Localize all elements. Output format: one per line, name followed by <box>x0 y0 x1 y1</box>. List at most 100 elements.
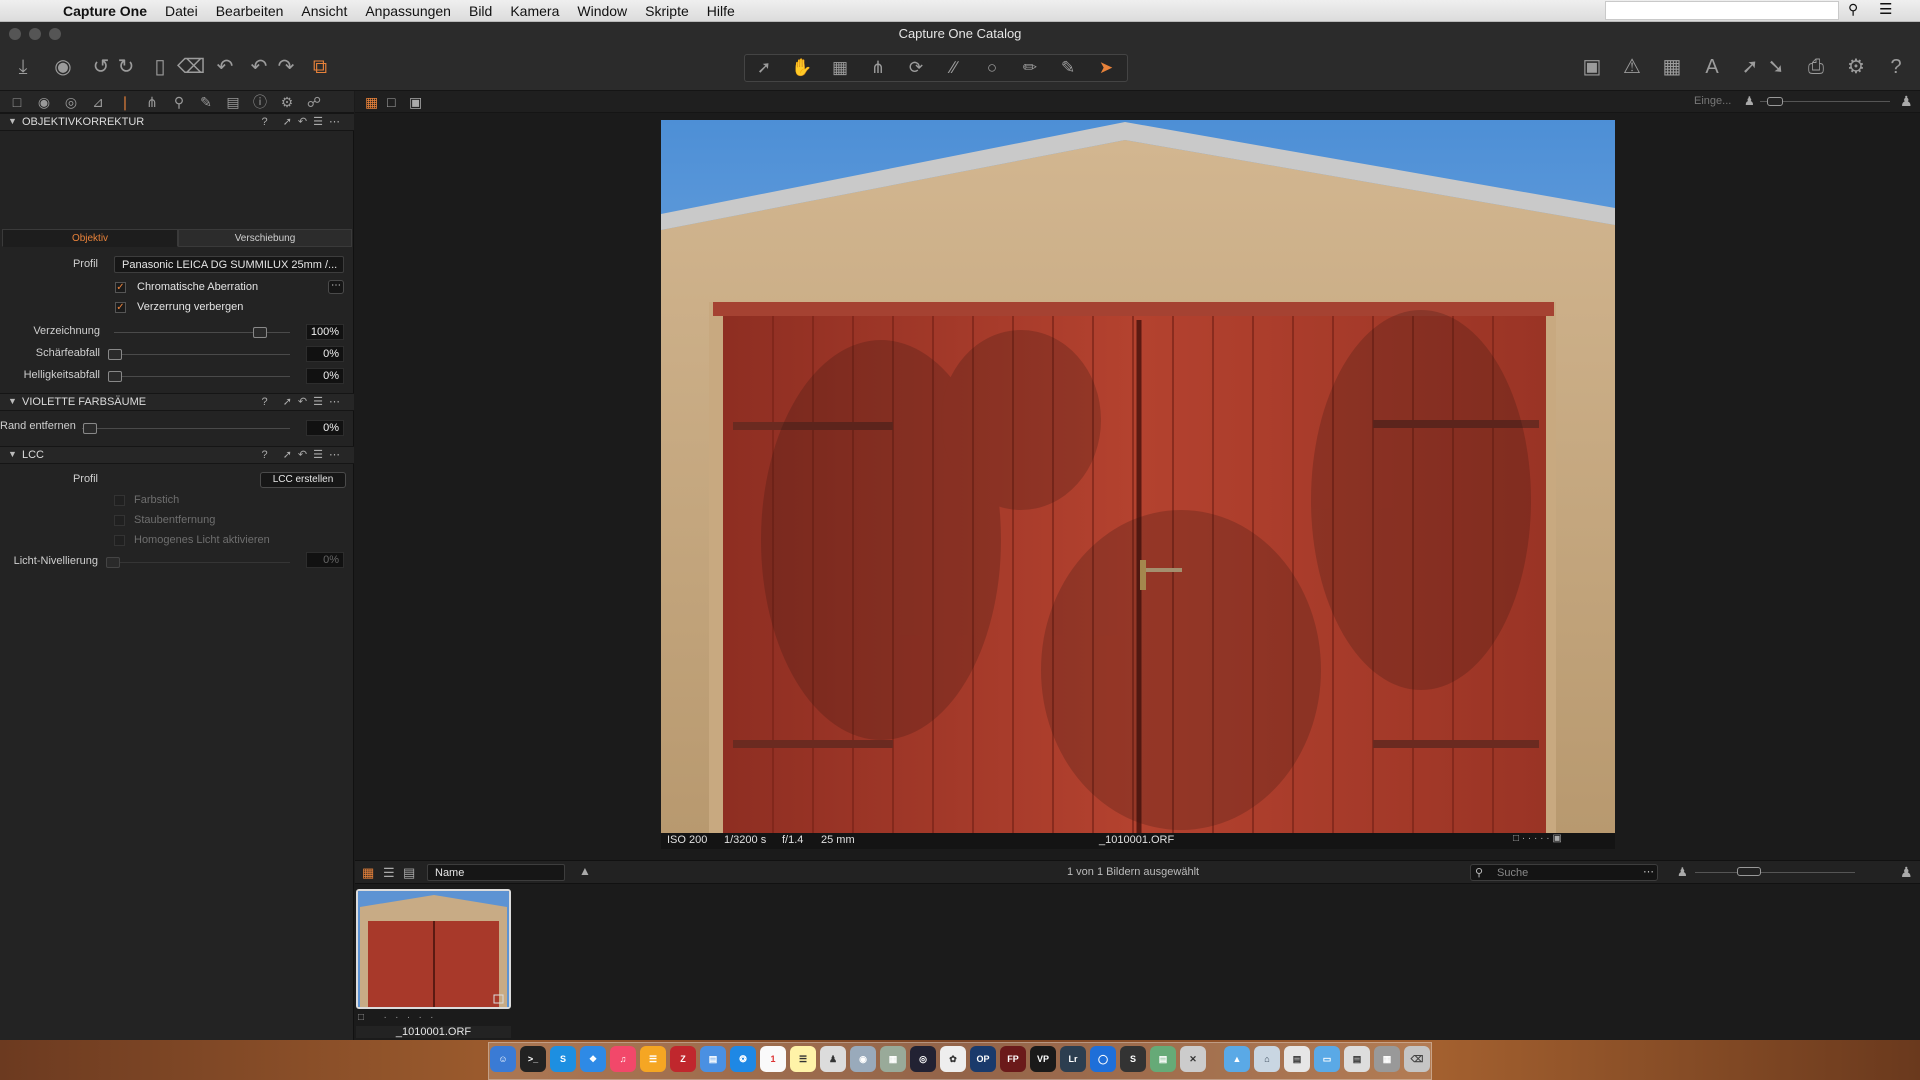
tab-objektiv[interactable]: Objektiv <box>2 229 178 247</box>
more-options-button[interactable]: ⋯ <box>328 280 344 294</box>
dxo-filmpack-icon[interactable]: FP <box>1000 1046 1026 1072</box>
sharpness-slider-knob[interactable] <box>108 349 122 360</box>
thumbnail-size-slider-knob[interactable] <box>1737 867 1761 876</box>
zoom-slider-knob[interactable] <box>1767 97 1783 106</box>
capture-tab-icon[interactable]: ◉ <box>34 93 54 111</box>
image-capture-icon[interactable]: ▦ <box>880 1046 906 1072</box>
folder-icon[interactable]: ▭ <box>1314 1046 1340 1072</box>
menu-kamera[interactable]: Kamera <box>501 3 568 19</box>
copy-icon[interactable]: ➚ <box>1736 54 1764 80</box>
local-adjust-tab-icon[interactable]: ✎ <box>196 93 216 111</box>
photo-app-icon[interactable]: ◉ <box>850 1046 876 1072</box>
fringe-slider-knob[interactable] <box>83 423 97 434</box>
dropbox-icon[interactable]: ❖ <box>580 1046 606 1072</box>
skype-icon[interactable]: S <box>550 1046 576 1072</box>
copy-adjustment-icon[interactable]: ➤ <box>1087 55 1125 81</box>
redo-icon[interactable]: ↷ <box>272 54 300 80</box>
text-icon[interactable]: A <box>1698 54 1726 80</box>
color-tab-icon[interactable]: ◎ <box>61 93 81 111</box>
stack-icon[interactable]: ▤ <box>1344 1046 1370 1072</box>
print-icon[interactable]: ⎙ <box>1802 54 1830 80</box>
reset-icon[interactable]: ↶ <box>211 54 239 80</box>
brightness-slider-knob[interactable] <box>108 371 122 382</box>
chromatic-aberration-checkbox[interactable]: ✓ <box>115 282 126 293</box>
printer-stack-icon[interactable]: ▦ <box>1374 1046 1400 1072</box>
lcc-header[interactable]: ▼ LCC ? ➚↶☰⋯ <box>0 446 354 464</box>
hide-distortion-checkbox[interactable]: ✓ <box>115 302 126 313</box>
collapse-triangle-icon[interactable]: ▼ <box>8 396 17 406</box>
capture-one-icon[interactable]: ◎ <box>910 1046 936 1072</box>
section-tools-icon[interactable]: ? ➚↶☰⋯ <box>262 115 346 128</box>
batch-tab-icon[interactable]: ☍ <box>304 93 324 111</box>
notes-icon[interactable]: ☰ <box>790 1046 816 1072</box>
trash-dock-icon[interactable]: ⌫ <box>1404 1046 1430 1072</box>
distortion-value[interactable]: 100% <box>306 324 344 340</box>
notification-center-icon[interactable]: ☰ <box>1879 0 1892 18</box>
search-options-icon[interactable]: ⋯ <box>1643 865 1654 878</box>
contacts-icon[interactable]: ♟ <box>820 1046 846 1072</box>
metadata-tab-icon[interactable]: ⓘ <box>250 93 270 111</box>
menu-datei[interactable]: Datei <box>156 3 207 19</box>
create-lcc-button[interactable]: LCC erstellen <box>260 472 346 488</box>
composition-tab-icon[interactable]: ⋔ <box>142 93 162 111</box>
thumbnail-size-slider-track[interactable] <box>1695 872 1855 873</box>
thumbnail-rating-stars[interactable]: □ · · · · · <box>358 1012 433 1023</box>
crop-icon[interactable]: ⋔ <box>859 55 897 81</box>
preview-icon[interactable]: ▤ <box>700 1046 726 1072</box>
sublime-icon[interactable]: S <box>1120 1046 1146 1072</box>
finder-icon[interactable]: ☺ <box>490 1046 516 1072</box>
thumbnail-view-icon[interactable]: ▦ <box>362 865 374 881</box>
image-viewer[interactable]: ISO 200 1/3200 s f/1.4 25 mm _1010001.OR… <box>355 113 1920 865</box>
calendar-icon[interactable]: 1 <box>760 1046 786 1072</box>
copy-apply-icon[interactable]: ⧉ <box>306 54 334 80</box>
spot-removal-icon[interactable]: ○ <box>973 55 1011 81</box>
sort-direction-icon[interactable]: ▲ <box>579 864 591 878</box>
brightness-value[interactable]: 0% <box>306 368 344 384</box>
lightroom-icon[interactable]: Lr <box>1060 1046 1086 1072</box>
itunes-icon[interactable]: ♫ <box>610 1046 636 1072</box>
exposure-tab-icon[interactable]: ⊿ <box>88 93 108 111</box>
main-photo[interactable] <box>661 120 1615 833</box>
lens-profile-select[interactable]: Panasonic LEICA DG SUMMILUX 25mm /... <box>114 256 344 273</box>
adjustments-tab-icon[interactable]: ▤ <box>223 93 243 111</box>
draw-mask-icon[interactable]: ✏ <box>1011 55 1049 81</box>
brightness-slider-track[interactable] <box>114 376 290 377</box>
menubar-search-field[interactable] <box>1605 1 1839 20</box>
settings-gear-icon[interactable]: ⚙ <box>1842 54 1870 80</box>
filmstrip-view-icon[interactable]: ▤ <box>403 865 415 881</box>
workspace-icon[interactable]: ▣ <box>1578 54 1606 80</box>
section-tools-icon[interactable]: ? ➚↶☰⋯ <box>262 395 346 408</box>
menu-app[interactable]: Capture One <box>54 3 156 19</box>
lens-correction-header[interactable]: ▼ OBJEKTIVKORREKTUR ? ➚↶☰⋯ <box>0 113 354 131</box>
capture-camera-icon[interactable]: ◉ <box>49 54 77 80</box>
filezilla-icon[interactable]: Z <box>670 1046 696 1072</box>
exposure-warning-icon[interactable]: ⚠ <box>1618 54 1646 80</box>
output-tab-icon[interactable]: ⚙ <box>277 93 297 111</box>
single-view-icon[interactable]: □ <box>387 94 395 110</box>
collapse-triangle-icon[interactable]: ▼ <box>8 116 17 126</box>
menu-window[interactable]: Window <box>568 3 636 19</box>
menu-skripte[interactable]: Skripte <box>636 3 698 19</box>
select-cursor-icon[interactable]: ➚ <box>745 55 783 81</box>
home-folder-icon[interactable]: ⌂ <box>1254 1046 1280 1072</box>
documents-icon[interactable]: ▤ <box>1284 1046 1310 1072</box>
dxo-optics-icon[interactable]: OP <box>970 1046 996 1072</box>
sharpness-value[interactable]: 0% <box>306 346 344 362</box>
loupe-icon[interactable]: ▦ <box>821 55 859 81</box>
applications-folder-icon[interactable]: ▲ <box>1224 1046 1250 1072</box>
menu-anpassungen[interactable]: Anpassungen <box>356 3 460 19</box>
pan-hand-icon[interactable]: ✋ <box>783 55 821 81</box>
image-app-icon[interactable]: ▤ <box>1150 1046 1176 1072</box>
help-icon[interactable]: ? <box>1882 54 1910 80</box>
grid-icon[interactable]: ▦ <box>1658 54 1686 80</box>
purple-fringing-header[interactable]: ▼ VIOLETTE FARBSÄUME ? ➚↶☰⋯ <box>0 393 354 411</box>
utility-icon[interactable]: ✕ <box>1180 1046 1206 1072</box>
rating-stars-icon[interactable]: □ · · · · · ▣ <box>1513 833 1562 844</box>
fringe-value[interactable]: 0% <box>306 420 344 436</box>
trash-icon[interactable]: ⌫ <box>177 54 205 80</box>
library-tab-icon[interactable]: □ <box>7 93 27 111</box>
color-picker-icon[interactable]: ✎ <box>1049 55 1087 81</box>
apply-icon[interactable]: ➘ <box>1762 54 1790 80</box>
terminal-icon[interactable]: >_ <box>520 1046 546 1072</box>
rotate-right-icon[interactable]: ↻ <box>112 54 140 80</box>
